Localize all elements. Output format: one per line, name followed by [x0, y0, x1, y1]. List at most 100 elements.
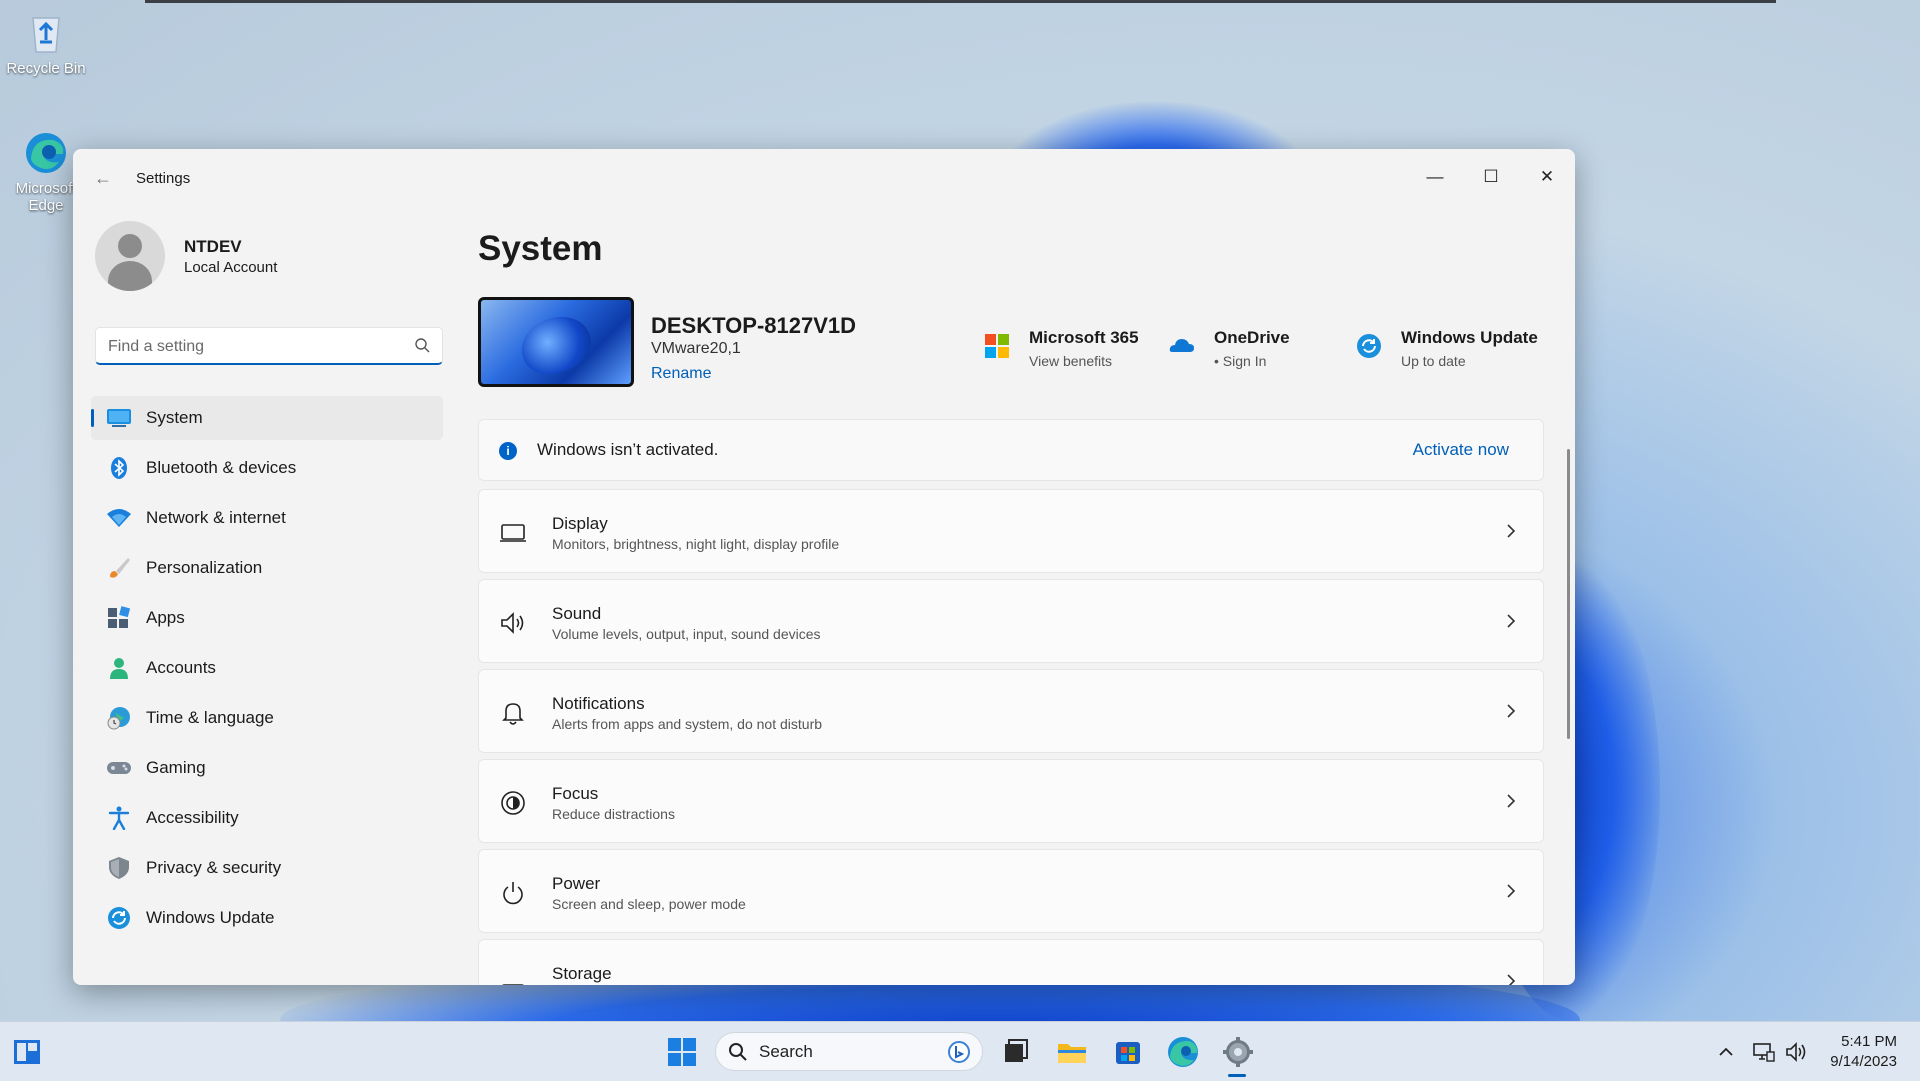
sidebar-item-label: Network & internet [146, 508, 286, 527]
windows-logo-icon [668, 1038, 696, 1066]
sidebar-item-time-language[interactable]: Time & language [91, 696, 443, 740]
start-button[interactable] [662, 1032, 702, 1072]
rename-link[interactable]: Rename [651, 365, 711, 383]
settings-card-focus[interactable]: Focus Reduce distractions [478, 759, 1544, 843]
info-icon: i [499, 442, 517, 460]
settings-card-power[interactable]: Power Screen and sleep, power mode [478, 849, 1544, 933]
activation-message: Windows isn’t activated. [537, 440, 719, 459]
network-icon[interactable] [1752, 1040, 1776, 1064]
quick-link-subtitle: View benefits [1029, 353, 1113, 369]
bell-icon [499, 699, 527, 727]
apps-icon [106, 606, 132, 630]
card-subtitle: Monitors, brightness, night light, displ… [552, 536, 840, 552]
bing-icon [948, 1041, 970, 1063]
search-input[interactable] [106, 334, 400, 360]
sidebar-item-personalization[interactable]: Personalization [91, 546, 443, 590]
chevron-right-icon [1503, 700, 1519, 722]
sidebar-item-label: Accounts [146, 658, 216, 677]
power-icon [499, 879, 527, 907]
title-bar[interactable]: ← Settings — ☐ ✕ [73, 149, 1575, 205]
volume-icon[interactable] [1784, 1040, 1808, 1064]
quick-link-subtitle: • Sign In [1214, 353, 1267, 369]
card-subtitle: Screen and sleep, power mode [552, 896, 746, 912]
profile-account-type: Local Account [184, 259, 278, 276]
chevron-right-icon [1503, 520, 1519, 542]
microsoft-365-icon [983, 332, 1011, 360]
card-subtitle: Reduce distractions [552, 806, 675, 822]
taskbar-search[interactable]: Search [715, 1032, 983, 1071]
sidebar-item-apps[interactable]: Apps [91, 596, 443, 640]
wifi-icon [106, 506, 132, 530]
sidebar-item-system[interactable]: System [91, 396, 443, 440]
store-icon [1116, 1042, 1140, 1064]
clock-date: 9/14/2023 [1830, 1053, 1897, 1070]
chevron-up-icon[interactable] [1714, 1040, 1738, 1064]
microsoft-store-button[interactable] [1108, 1032, 1148, 1072]
sidebar-item-accessibility[interactable]: Accessibility [91, 796, 443, 840]
task-view-button[interactable] [995, 1032, 1035, 1072]
settings-card-notifications[interactable]: Notifications Alerts from apps and syste… [478, 669, 1544, 753]
minimize-button[interactable]: — [1407, 157, 1463, 197]
settings-card-display[interactable]: Display Monitors, brightness, night ligh… [478, 489, 1544, 573]
search-icon [414, 337, 430, 358]
focus-icon [499, 789, 527, 817]
widgets-button[interactable] [8, 1032, 48, 1072]
sidebar-item-bluetooth[interactable]: Bluetooth & devices [91, 446, 443, 490]
settings-search-box[interactable] [95, 327, 443, 365]
arrow-left-icon: ← [94, 168, 112, 188]
shield-icon [106, 856, 132, 880]
card-title: Storage [552, 964, 612, 983]
task-view-icon [1005, 1039, 1028, 1062]
quick-link-title: OneDrive [1214, 328, 1290, 347]
settings-taskbar-button[interactable] [1218, 1032, 1258, 1072]
bluetooth-icon [106, 456, 132, 480]
sidebar-item-label: System [146, 408, 203, 427]
taskbar-search-label: Search [759, 1042, 813, 1061]
card-subtitle: Volume levels, output, input, sound devi… [552, 626, 821, 642]
scrollbar[interactable] [1567, 449, 1570, 739]
display-icon [499, 519, 527, 547]
sidebar-item-network[interactable]: Network & internet [91, 496, 443, 540]
edge-taskbar-button[interactable] [1163, 1032, 1203, 1072]
widgets-icon [14, 1040, 40, 1064]
sidebar-item-privacy[interactable]: Privacy & security [91, 846, 443, 890]
folder-icon [1058, 1044, 1086, 1063]
speaker-icon [499, 609, 527, 637]
desktop-icon-recycle-bin[interactable]: Recycle Bin [0, 10, 92, 77]
sidebar-item-accounts[interactable]: Accounts [91, 646, 443, 690]
chevron-right-icon [1503, 970, 1519, 985]
card-title: Notifications [552, 694, 645, 713]
sidebar-item-gaming[interactable]: Gaming [91, 746, 443, 790]
clock-time: 5:41 PM [1841, 1033, 1897, 1050]
storage-icon [499, 969, 527, 985]
edge-icon [1168, 1037, 1198, 1067]
accounts-icon [106, 656, 132, 680]
quick-link-title: Microsoft 365 [1029, 328, 1139, 347]
profile-name: NTDEV [184, 237, 242, 256]
back-button[interactable]: ← [91, 167, 115, 189]
maximize-button[interactable]: ☐ [1463, 157, 1519, 197]
settings-window: ← Settings — ☐ ✕ NTDEV Local Account Sys… [73, 149, 1575, 985]
card-title: Power [552, 874, 601, 893]
active-indicator [91, 409, 94, 427]
device-model: VMware20,1 [651, 340, 741, 357]
windows-update-icon [1355, 332, 1383, 360]
gamepad-icon [106, 756, 132, 780]
activate-now-button[interactable]: Activate now [1413, 440, 1509, 460]
quick-link-title: Windows Update [1401, 328, 1538, 347]
system-icon [106, 406, 132, 430]
recycle-bin-icon [23, 10, 69, 56]
card-title: Display [552, 514, 608, 533]
settings-card-storage[interactable]: Storage [478, 939, 1544, 985]
page-title: System [478, 229, 603, 268]
settings-card-sound[interactable]: Sound Volume levels, output, input, soun… [478, 579, 1544, 663]
avatar [95, 221, 165, 291]
onedrive-icon [1168, 332, 1196, 360]
device-thumbnail [478, 297, 634, 387]
top-border-line [145, 0, 1776, 3]
card-subtitle: Alerts from apps and system, do not dist… [552, 716, 823, 732]
close-button[interactable]: ✕ [1519, 157, 1575, 197]
file-explorer-button[interactable] [1052, 1032, 1092, 1072]
system-clock[interactable]: 5:41 PM 9/14/2023 [1830, 1032, 1897, 1072]
sidebar-item-windows-update[interactable]: Windows Update [91, 896, 443, 940]
